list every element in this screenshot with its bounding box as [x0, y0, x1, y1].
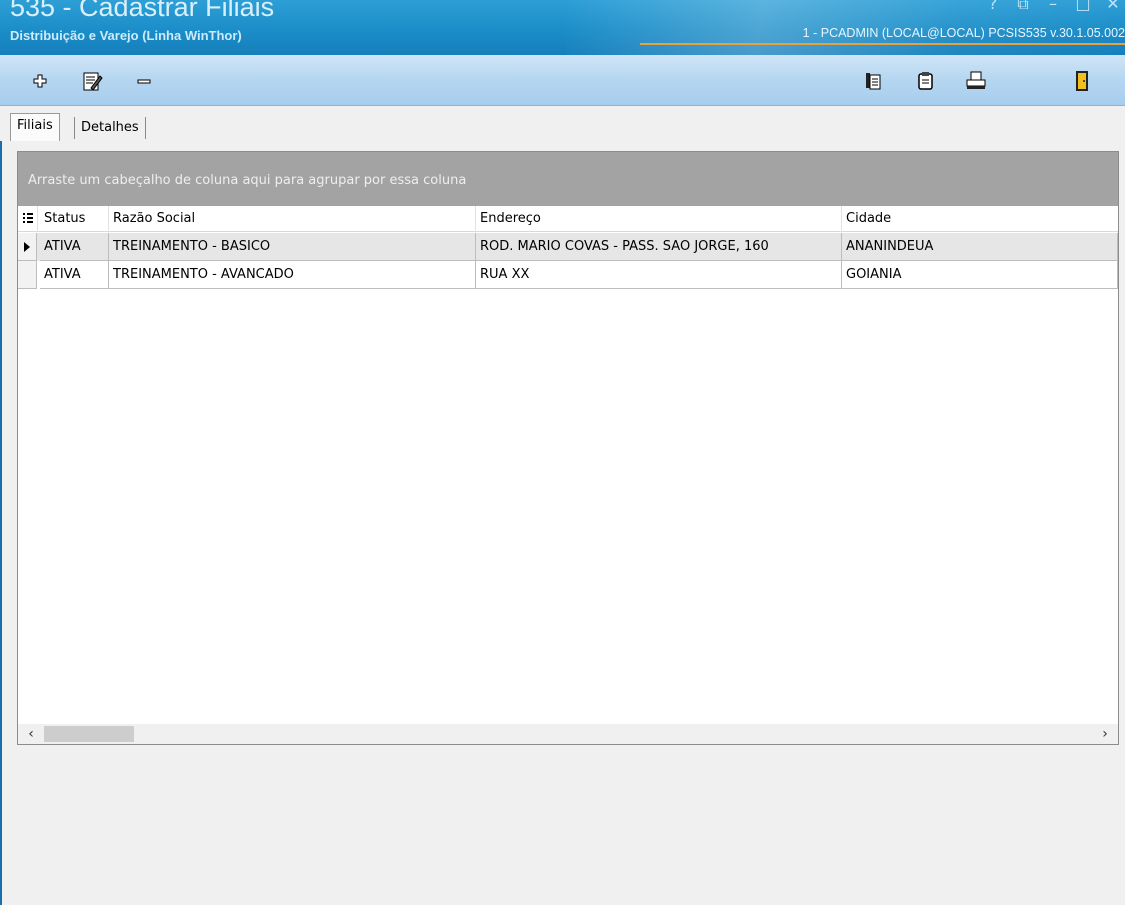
tab-strip: Filiais Detalhes — [0, 107, 1125, 141]
add-icon — [33, 74, 47, 88]
accent-underline — [640, 43, 1125, 45]
cell-endereco: RUA XX — [476, 261, 842, 289]
column-header-cidade[interactable]: Cidade — [842, 206, 1118, 232]
scroll-thumb[interactable] — [44, 726, 134, 742]
exit-door-icon — [1076, 71, 1088, 91]
cell-status: ATIVA — [40, 261, 109, 289]
scroll-right-button[interactable]: › — [1096, 726, 1114, 742]
horizontal-scrollbar[interactable]: ‹ › — [18, 724, 1118, 744]
print-icon — [966, 71, 986, 89]
column-header-razao-social[interactable]: Razão Social — [109, 206, 476, 232]
window-left-border — [0, 107, 2, 905]
add-button[interactable] — [26, 67, 54, 95]
toolbar — [0, 55, 1125, 106]
table-row[interactable]: ATIVA TREINAMENTO - AVANCADO RUA XX GOIA… — [18, 261, 1118, 289]
grid-header: Status Razão Social Endereço Cidade — [18, 206, 1118, 232]
notes-button[interactable] — [912, 67, 940, 95]
group-by-hint: Arraste um cabeçalho de coluna aqui para… — [28, 173, 467, 188]
column-header-status[interactable]: Status — [40, 206, 109, 232]
current-row-arrow-icon — [24, 242, 30, 252]
cell-razao-social: TREINAMENTO - AVANCADO — [109, 261, 476, 289]
copy-button[interactable] — [860, 67, 888, 95]
window-title: 535 - Cadastrar Filiais — [10, 0, 275, 22]
notes-icon — [918, 72, 933, 90]
window-controls: ? ⧉ – □ ✕ — [985, 0, 1121, 14]
minimize-button[interactable]: – — [1045, 0, 1061, 14]
title-bar: 535 - Cadastrar Filiais Distribuição e V… — [0, 0, 1125, 55]
edit-button[interactable] — [78, 67, 106, 95]
cell-razao-social: TREINAMENTO - BASICO — [109, 233, 476, 261]
copy-icon — [866, 73, 881, 90]
cell-cidade: ANANINDEUA — [842, 233, 1118, 261]
column-chooser-button[interactable] — [18, 206, 38, 232]
print-button[interactable] — [962, 67, 990, 95]
window-subtitle: Distribuição e Varejo (Linha WinThor) — [10, 28, 242, 43]
restore-button[interactable]: ⧉ — [1015, 0, 1031, 14]
remove-icon — [137, 79, 151, 84]
maximize-button[interactable]: □ — [1075, 0, 1091, 14]
table-row[interactable]: ATIVA TREINAMENTO - BASICO ROD. MARIO CO… — [18, 233, 1118, 261]
session-info: 1 - PCADMIN (LOCAL@LOCAL) PCSIS535 v.30.… — [802, 26, 1125, 40]
row-indicator — [18, 233, 37, 261]
column-chooser-icon — [23, 213, 33, 223]
tab-detalhes[interactable]: Detalhes — [74, 117, 146, 139]
remove-button[interactable] — [130, 67, 158, 95]
column-header-endereco[interactable]: Endereço — [476, 206, 842, 232]
scroll-left-button[interactable]: ‹ — [22, 726, 40, 742]
cell-cidade: GOIANIA — [842, 261, 1118, 289]
tab-filiais[interactable]: Filiais — [10, 113, 60, 141]
cell-endereco: ROD. MARIO COVAS - PASS. SAO JORGE, 160 — [476, 233, 842, 261]
edit-icon — [83, 72, 103, 91]
grid-panel: Arraste um cabeçalho de coluna aqui para… — [17, 151, 1119, 745]
close-button[interactable]: ✕ — [1105, 0, 1121, 14]
exit-button[interactable] — [1068, 67, 1096, 95]
group-by-area[interactable]: Arraste um cabeçalho de coluna aqui para… — [18, 152, 1118, 206]
cell-status: ATIVA — [40, 233, 109, 261]
help-button[interactable]: ? — [985, 0, 1001, 14]
row-indicator — [18, 261, 37, 289]
